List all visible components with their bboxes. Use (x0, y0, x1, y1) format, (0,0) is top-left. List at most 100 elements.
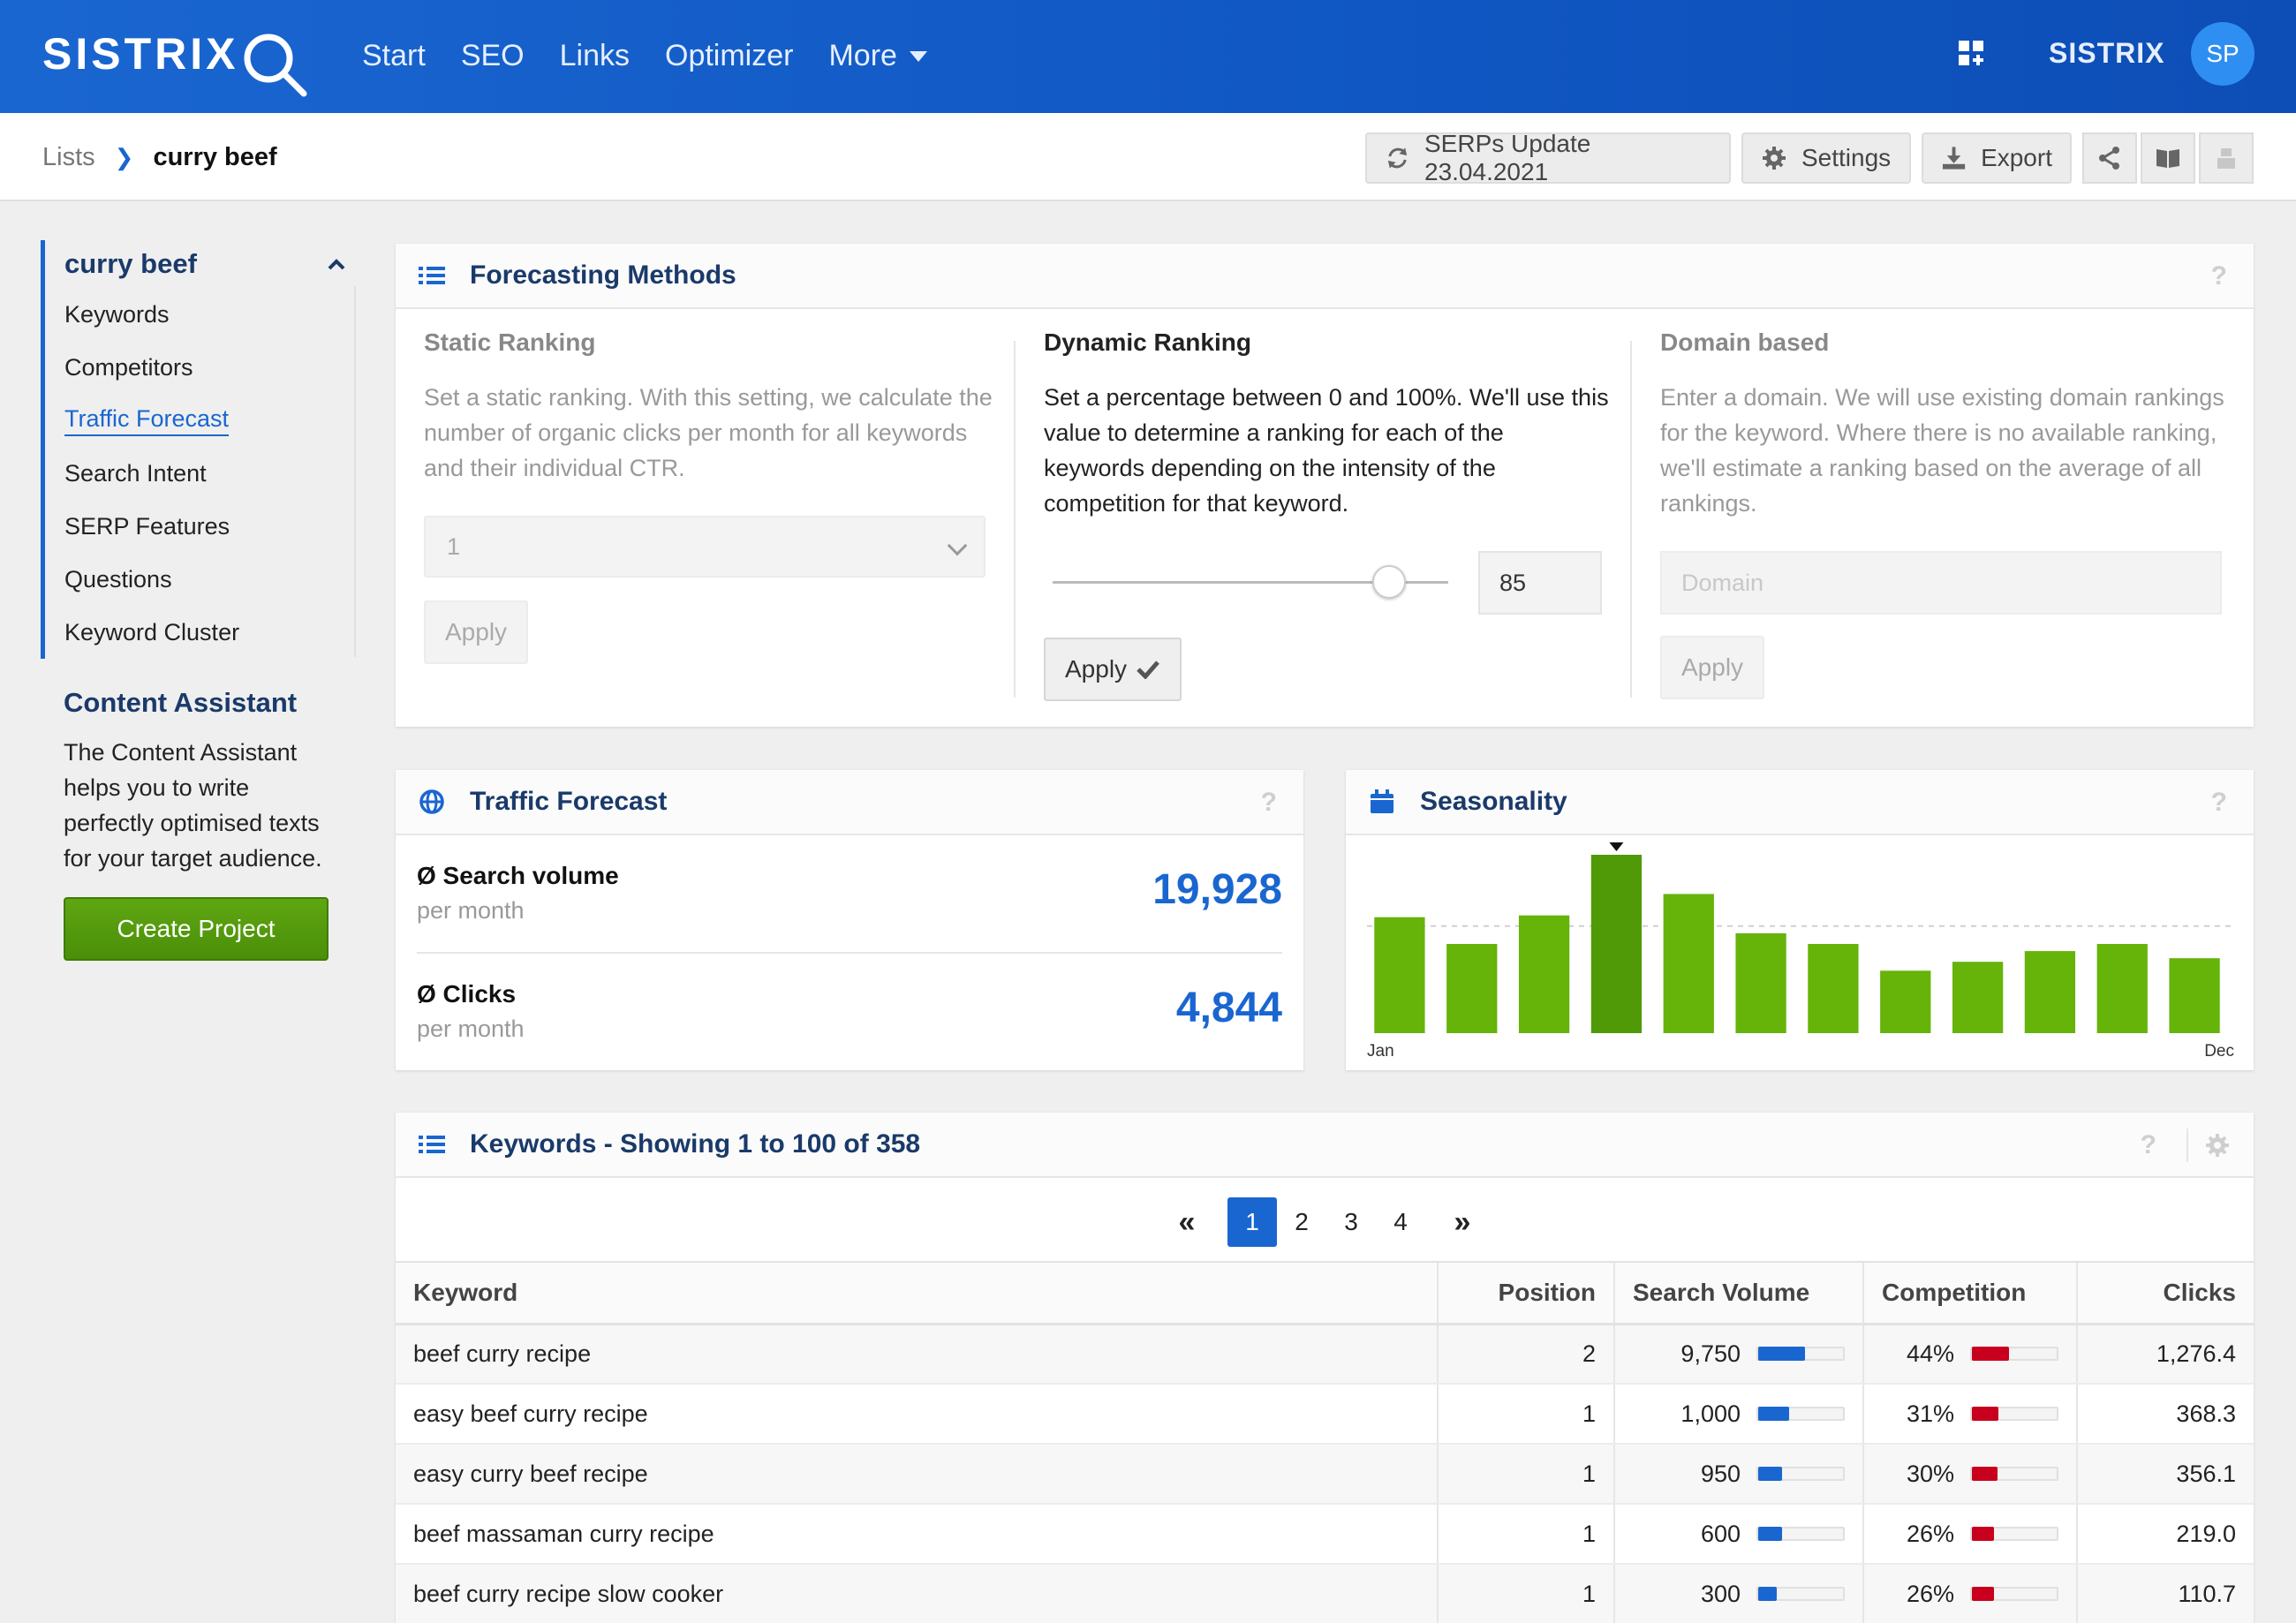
create-project-button[interactable]: Create Project (64, 897, 329, 961)
account-brand[interactable]: SISTRIX (2049, 37, 2164, 70)
bar-jul[interactable] (1808, 944, 1859, 1033)
sidebar-item-competitors[interactable]: Competitors (64, 341, 359, 394)
search-volume-bar-fill (1758, 1467, 1782, 1481)
search-volume-value: 300 (1700, 1580, 1741, 1607)
competition-bar-fill (1972, 1587, 1994, 1601)
sidebar-item-keyword-cluster[interactable]: Keyword Cluster (64, 606, 359, 659)
sidebar-nav: curry beef Keywords Competitors Traffic … (41, 240, 359, 659)
domain-apply-button[interactable]: Apply (1660, 636, 1765, 699)
static-apply-button[interactable]: Apply (424, 600, 529, 664)
column-keyword[interactable]: Keyword (396, 1261, 1438, 1325)
search-volume-bar-fill (1758, 1527, 1782, 1541)
panel-header: Traffic Forecast ? (396, 770, 1303, 835)
avatar[interactable]: SP (2191, 22, 2254, 86)
sidebar-item-traffic-forecast[interactable]: Traffic Forecast (64, 394, 359, 447)
keyword-cell[interactable]: beef curry recipe slow cooker (396, 1564, 1438, 1623)
column-clicks[interactable]: Clicks (2076, 1261, 2254, 1325)
nav-optimizer[interactable]: Optimizer (665, 39, 793, 73)
sidebar-item-serp-features[interactable]: SERP Features (64, 500, 359, 553)
page-1[interactable]: 1 (1227, 1197, 1277, 1247)
page-2[interactable]: 2 (1277, 1197, 1326, 1247)
keyword-cell[interactable]: easy curry beef recipe (396, 1444, 1438, 1505)
page-3[interactable]: 3 (1326, 1197, 1376, 1247)
search-volume-value: 600 (1700, 1520, 1741, 1547)
nav-links[interactable]: Links (560, 39, 630, 73)
static-ranking-select[interactable]: 1 (424, 516, 986, 577)
list-icon (419, 267, 445, 284)
bar-aug[interactable] (1880, 970, 1931, 1033)
column-search-volume[interactable]: Search Volume (1613, 1261, 1863, 1325)
sidebar-item-search-intent[interactable]: Search Intent (64, 447, 359, 500)
column-divider (1014, 341, 1016, 698)
bar-nov[interactable] (2096, 944, 2148, 1033)
archive-button[interactable] (2199, 132, 2254, 184)
bar-dec[interactable] (2169, 958, 2220, 1033)
apps-grid-icon[interactable] (1959, 41, 1985, 67)
serps-update-button[interactable]: SERPs Update 23.04.2021 (1365, 130, 1731, 185)
search-volume-cell: 1,000 (1613, 1384, 1863, 1445)
help-icon[interactable]: ? (2211, 261, 2227, 291)
export-button[interactable]: Export (1922, 132, 2072, 184)
column-position[interactable]: Position (1437, 1261, 1614, 1325)
bar-mar[interactable] (1518, 915, 1570, 1033)
sidebar-title[interactable]: curry beef (64, 240, 359, 288)
search-volume-bar-fill (1758, 1347, 1805, 1362)
table-row[interactable]: beef curry recipe 2 9,750 44% 1,276.4 (396, 1324, 2254, 1385)
nav-start[interactable]: Start (362, 39, 426, 73)
settings-button[interactable]: Settings (1741, 132, 1911, 184)
sidebar-item-keywords[interactable]: Keywords (64, 288, 359, 341)
breadcrumb-lists[interactable]: Lists (42, 143, 95, 172)
gear-icon[interactable] (2204, 1132, 2231, 1159)
keyword-cell[interactable]: beef massaman curry recipe (396, 1504, 1438, 1565)
content-assistant-title: Content Assistant (64, 687, 298, 718)
slider-handle[interactable] (1371, 565, 1406, 599)
search-volume-stat: Ø Search volume per month 19,928 (417, 835, 1282, 954)
competition-value: 44% (1906, 1340, 1954, 1367)
sidebar-title-label: curry beef (64, 248, 197, 279)
first-page-button[interactable]: « (1159, 1197, 1215, 1247)
keyword-cell[interactable]: easy beef curry recipe (396, 1384, 1438, 1445)
position-cell: 1 (1437, 1564, 1614, 1623)
table-row[interactable]: easy curry beef recipe 1 950 30% 356.1 (396, 1444, 2254, 1505)
bar-sep[interactable] (1952, 962, 2004, 1033)
peak-marker-icon (1609, 842, 1624, 851)
dynamic-apply-label: Apply (1065, 655, 1128, 683)
sistrix-logo[interactable]: SISTRIX (42, 28, 238, 79)
column-competition[interactable]: Competition (1862, 1261, 2077, 1325)
table-row[interactable]: easy beef curry recipe 1 1,000 31% 368.3 (396, 1384, 2254, 1445)
dynamic-ranking-input[interactable]: 85 (1478, 551, 1602, 615)
nav-seo[interactable]: SEO (461, 39, 525, 73)
static-ranking-title: Static Ranking (424, 328, 596, 356)
domain-input[interactable]: Domain (1660, 551, 2222, 615)
bar-oct[interactable] (2024, 951, 2076, 1033)
keyword-cell[interactable]: beef curry recipe (396, 1324, 1438, 1385)
clicks-stat: Ø Clicks per month 4,844 (417, 954, 1282, 1072)
download-icon (1942, 147, 1966, 170)
bar-jan[interactable] (1374, 917, 1425, 1033)
bar-feb[interactable] (1446, 944, 1498, 1033)
clicks-cell: 219.0 (2076, 1504, 2254, 1565)
panel-title: Forecasting Methods (470, 260, 736, 290)
panel-header: Forecasting Methods ? (396, 244, 2254, 309)
sidebar-item-label: Competitors (64, 353, 193, 381)
search-volume-bar (1756, 1407, 1845, 1421)
share-button[interactable] (2082, 132, 2137, 184)
table-row[interactable]: beef curry recipe slow cooker 1 300 26% 110.… (396, 1564, 2254, 1623)
list-icon (419, 1136, 445, 1153)
sidebar-item-questions[interactable]: Questions (64, 553, 359, 606)
clicks-value: 4,844 (1175, 985, 1282, 1031)
page-4[interactable]: 4 (1376, 1197, 1425, 1247)
traffic-forecast-panel: Traffic Forecast ? Ø Search volume per m… (396, 770, 1303, 1070)
bar-jun[interactable] (1735, 932, 1786, 1033)
bar-apr[interactable] (1590, 855, 1643, 1033)
bar-may[interactable] (1663, 894, 1714, 1033)
last-page-button[interactable]: » (1434, 1197, 1491, 1247)
dynamic-apply-button[interactable]: Apply (1044, 638, 1182, 701)
archive-icon (2217, 148, 2235, 169)
help-icon[interactable]: ? (2211, 788, 2227, 818)
table-row[interactable]: beef massaman curry recipe 1 600 26% 219.0 (396, 1504, 2254, 1565)
nav-more[interactable]: More (828, 39, 927, 73)
book-button[interactable] (2141, 132, 2195, 184)
help-icon[interactable]: ? (1261, 788, 1277, 818)
help-icon[interactable]: ? (2141, 1130, 2156, 1160)
